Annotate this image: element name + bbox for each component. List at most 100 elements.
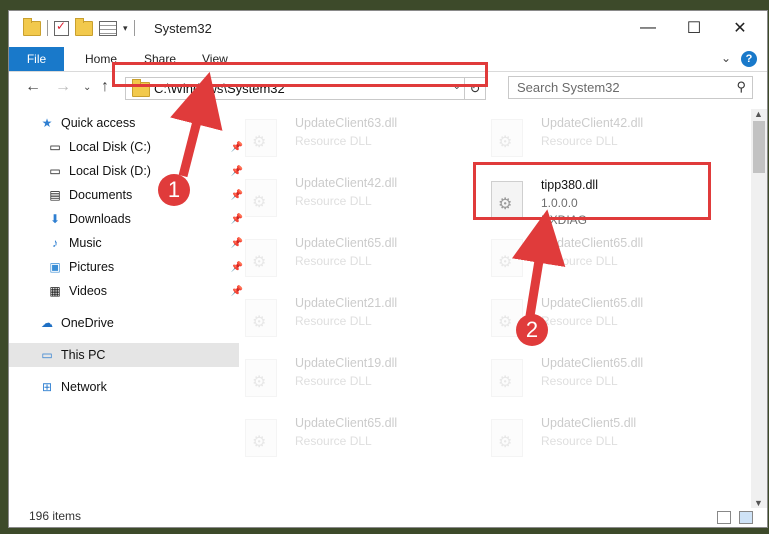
nav-item-label: Quick access	[61, 116, 136, 130]
separator	[47, 20, 48, 36]
file-type: Resource DLL	[295, 194, 372, 208]
file-name: UpdateClient19.dll	[295, 356, 398, 370]
file-highlight	[473, 162, 711, 220]
dll-file-icon	[245, 179, 277, 217]
dll-file-icon	[491, 239, 523, 277]
star-icon: ★	[41, 116, 53, 130]
nav-item-videos[interactable]: ▦ Videos 📌	[9, 279, 247, 303]
documents-icon: ▤	[49, 188, 61, 202]
scroll-up-icon[interactable]: ▲	[754, 109, 763, 119]
tab-file[interactable]: File	[9, 47, 64, 71]
nav-item-label: Videos	[69, 284, 107, 298]
details-view-icon[interactable]	[717, 511, 731, 524]
help-icon[interactable]: ?	[741, 51, 757, 67]
nav-item-onedrive[interactable]: ☁ OneDrive	[9, 311, 239, 335]
nav-item-pictures[interactable]: ▣ Pictures 📌	[9, 255, 247, 279]
nav-item-label: Local Disk (C:)	[69, 140, 151, 154]
back-arrow-icon[interactable]: ←	[25, 78, 41, 96]
item-count: 196 items	[29, 509, 82, 523]
nav-item-label: OneDrive	[61, 316, 114, 330]
file-type: Resource DLL	[541, 374, 618, 388]
file-type: Resource DLL	[295, 134, 372, 148]
large-icons-view-icon[interactable]	[739, 511, 753, 524]
file-name: UpdateClient63.dll	[295, 116, 398, 130]
properties-check-icon[interactable]	[54, 19, 69, 36]
file-name: UpdateClient42.dll	[295, 176, 398, 190]
dll-file-icon	[245, 299, 277, 337]
search-placeholder[interactable]: Search System32	[517, 80, 620, 95]
expand-ribbon-chevron-icon[interactable]: ⌄	[721, 51, 731, 65]
dll-file-icon	[245, 419, 277, 457]
file-name: UpdateClient5.dll	[541, 416, 637, 430]
callout-2: 2	[516, 314, 548, 346]
nav-item-label: Pictures	[69, 260, 115, 274]
downloads-icon: ⬇	[49, 212, 61, 226]
close-button[interactable]: ✕	[717, 11, 763, 45]
list-item[interactable]: UpdateClient65.dll Resource DLL	[231, 233, 451, 283]
drive-icon: ▭	[49, 164, 61, 178]
dll-file-icon	[491, 119, 523, 157]
nav-item-music[interactable]: ♪ Music 📌	[9, 231, 247, 255]
list-item[interactable]: UpdateClient42.dll Resource DLL	[231, 173, 451, 223]
file-type: Resource DLL	[541, 314, 618, 328]
minimize-button[interactable]: —	[625, 11, 671, 45]
nav-item-local-disk-c[interactable]: ▭ Local Disk (C:) 📌	[9, 135, 247, 159]
file-name: UpdateClient65.dll	[295, 236, 398, 250]
search-box[interactable]: Search System32 ⚲	[508, 76, 753, 99]
file-type: Resource DLL	[295, 254, 372, 268]
forward-arrow-icon[interactable]: →	[55, 78, 71, 96]
nav-item-documents[interactable]: ▤ Documents 📌	[9, 183, 247, 207]
vertical-scrollbar[interactable]: ▲ ▼	[751, 109, 767, 508]
nav-item-downloads[interactable]: ⬇ Downloads 📌	[9, 207, 247, 231]
window-title: System32	[154, 21, 212, 36]
nav-item-this-pc[interactable]: ▭ This PC	[9, 343, 239, 367]
list-item[interactable]: UpdateClient21.dll Resource DLL	[231, 293, 451, 343]
file-name: UpdateClient65.dll	[541, 236, 644, 250]
customize-toolbar-chevron-icon[interactable]: ▾	[123, 23, 128, 34]
file-type: Resource DLL	[295, 314, 372, 328]
list-item[interactable]: UpdateClient65.dll Resource DLL	[477, 293, 697, 343]
file-name: UpdateClient42.dll	[541, 116, 644, 130]
nav-item-label: Downloads	[69, 212, 131, 226]
search-icon[interactable]: ⚲	[736, 79, 746, 95]
nav-item-label: Music	[69, 236, 102, 250]
list-item[interactable]: UpdateClient19.dll Resource DLL	[231, 353, 451, 403]
computer-icon: ▭	[41, 348, 53, 362]
title-bar: ▾ System32 — ☐ ✕	[9, 11, 767, 47]
nav-item-quick-access[interactable]: ★ Quick access	[9, 111, 239, 135]
separator	[133, 20, 135, 36]
address-bar-highlight	[112, 62, 488, 87]
list-item[interactable]: UpdateClient65.dll Resource DLL	[477, 353, 697, 403]
list-item[interactable]: UpdateClient5.dll Resource DLL	[477, 413, 697, 463]
dll-file-icon	[245, 239, 277, 277]
list-item[interactable]: UpdateClient65.dll Resource DLL	[477, 233, 697, 283]
nav-item-local-disk-d[interactable]: ▭ Local Disk (D:) 📌	[9, 159, 247, 183]
file-type: Resource DLL	[541, 434, 618, 448]
up-arrow-icon[interactable]: ↑	[101, 78, 109, 96]
list-item[interactable]: UpdateClient63.dll Resource DLL	[231, 113, 451, 163]
recent-locations-chevron-icon[interactable]: ⌄	[83, 82, 91, 93]
pictures-icon: ▣	[49, 260, 61, 274]
properties-icon[interactable]	[99, 20, 117, 36]
navigation-pane: ★ Quick access ▭ Local Disk (C:) 📌 ▭ Loc…	[9, 109, 243, 509]
file-name: UpdateClient65.dll	[541, 296, 644, 310]
dll-file-icon	[245, 359, 277, 397]
file-type: Resource DLL	[541, 254, 618, 268]
new-folder-icon[interactable]	[75, 17, 93, 36]
scroll-down-icon[interactable]: ▼	[754, 498, 763, 508]
scrollbar-thumb[interactable]	[753, 121, 765, 173]
file-name: UpdateClient21.dll	[295, 296, 398, 310]
dll-file-icon	[491, 359, 523, 397]
maximize-button[interactable]: ☐	[671, 11, 717, 45]
nav-item-label: This PC	[61, 348, 106, 362]
list-item[interactable]: UpdateClient42.dll Resource DLL	[477, 113, 697, 163]
cloud-icon: ☁	[41, 316, 53, 330]
nav-item-network[interactable]: ⊞ Network	[9, 375, 239, 399]
dll-file-icon	[245, 119, 277, 157]
list-item[interactable]: UpdateClient65.dll Resource DLL	[231, 413, 451, 463]
explorer-window: ▾ System32 — ☐ ✕ File Home Share View ⌄ …	[8, 10, 768, 528]
dll-file-icon	[491, 419, 523, 457]
nav-item-label: Documents	[69, 188, 133, 202]
music-icon: ♪	[52, 236, 58, 250]
folder-icon	[23, 17, 41, 36]
